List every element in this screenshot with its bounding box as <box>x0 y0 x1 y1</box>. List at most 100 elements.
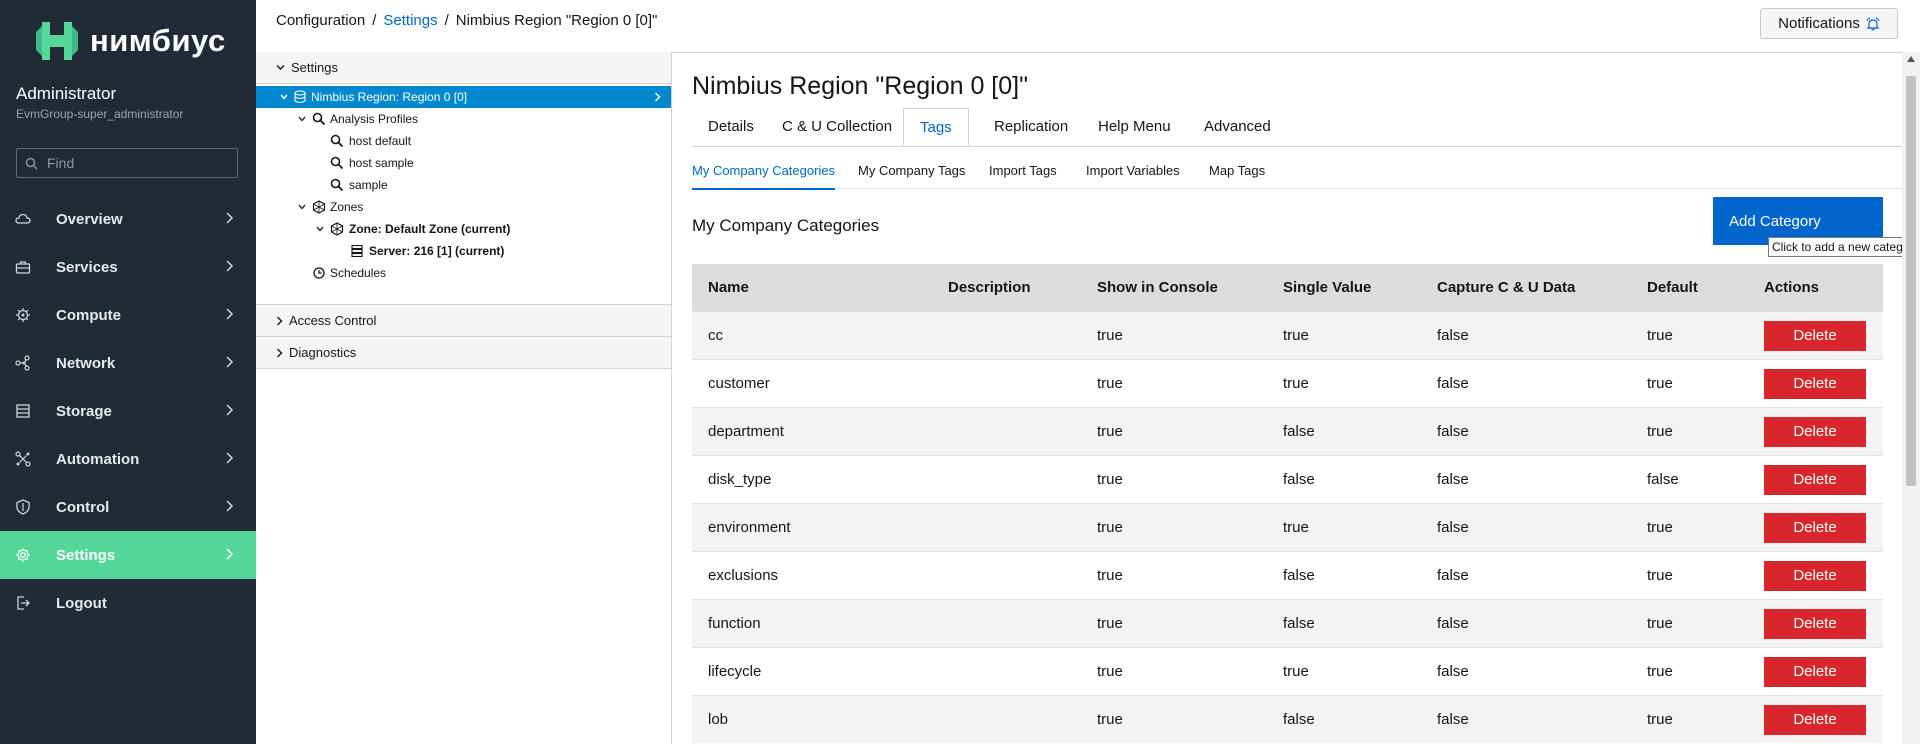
tree-node-zone-default[interactable]: Zone: Default Zone (current) <box>256 218 671 240</box>
subtab-my-company-tags[interactable]: My Company Tags <box>858 158 965 188</box>
nav-item-storage[interactable]: Storage <box>0 387 256 435</box>
breadcrumb-separator: / <box>372 12 377 29</box>
table-row[interactable]: customer true true false true Delete <box>692 359 1883 408</box>
cell-default: true <box>1631 647 1748 696</box>
cell-capture: false <box>1421 551 1631 600</box>
tree-node-region[interactable]: Nimbius Region: Region 0 [0] <box>256 86 671 108</box>
tree-node-host-sample[interactable]: host sample <box>256 152 671 174</box>
nav-item-logout[interactable]: Logout <box>0 579 256 627</box>
column-header-show-in-console[interactable]: Show in Console <box>1081 264 1267 312</box>
cell-name: lifecycle <box>692 647 932 696</box>
nav-item-automation[interactable]: Automation <box>0 435 256 483</box>
chevron-right-icon <box>226 356 234 368</box>
search-icon <box>330 178 344 192</box>
table-row[interactable]: lob true false false true Delete <box>692 695 1883 743</box>
nav-item-services[interactable]: Services <box>0 243 256 291</box>
nav-label: Services <box>56 258 118 276</box>
cell-name: customer <box>692 359 932 408</box>
search-input[interactable] <box>45 154 229 172</box>
nav-item-settings[interactable]: Settings <box>0 531 256 579</box>
accordion-diagnostics[interactable]: Diagnostics <box>256 337 671 369</box>
accordion-title: Diagnostics <box>289 345 357 360</box>
nav-item-overview[interactable]: Overview <box>0 195 256 243</box>
nav-item-compute[interactable]: Compute <box>0 291 256 339</box>
table-row[interactable]: lifecycle true true false true Delete <box>692 647 1883 696</box>
notifications-button[interactable]: Notifications <box>1760 8 1898 39</box>
table-row[interactable]: exclusions true false false true Delete <box>692 551 1883 600</box>
tab-replication[interactable]: Replication <box>978 108 1084 146</box>
tab-cu-collection[interactable]: C & U Collection <box>766 108 908 146</box>
breadcrumb-settings-link[interactable]: Settings <box>383 12 437 29</box>
chevron-down-icon[interactable] <box>278 92 290 102</box>
subtab-map-tags[interactable]: Map Tags <box>1209 158 1265 188</box>
delete-button[interactable]: Delete <box>1764 560 1866 591</box>
delete-button[interactable]: Delete <box>1764 704 1866 735</box>
database-icon <box>16 404 30 418</box>
user-name[interactable]: Administrator <box>16 84 116 104</box>
accordion-settings[interactable]: Settings <box>256 52 671 84</box>
tab-help-menu[interactable]: Help Menu <box>1082 108 1187 146</box>
tree-node-host-default[interactable]: host default <box>256 130 671 152</box>
subtab-import-tags[interactable]: Import Tags <box>989 158 1057 188</box>
scroll-up-arrow-icon[interactable] <box>1907 56 1915 62</box>
brand-logo[interactable]: нимбиус <box>34 20 226 62</box>
chevron-down-icon[interactable] <box>296 202 308 212</box>
chevron-down-icon <box>276 65 285 70</box>
cell-show-in-console: true <box>1081 359 1267 408</box>
cell-name: disk_type <box>692 455 932 504</box>
column-header-capture-cu-data[interactable]: Capture C & U Data <box>1421 264 1631 312</box>
search-box <box>16 148 238 178</box>
column-header-default[interactable]: Default <box>1631 264 1748 312</box>
search-icon <box>330 134 344 148</box>
delete-button[interactable]: Delete <box>1764 512 1866 543</box>
sidebar: нимбиус Administrator EvmGroup-super_adm… <box>0 0 256 744</box>
logo-icon <box>36 22 78 60</box>
tab-tags[interactable]: Tags <box>903 108 969 146</box>
delete-button[interactable]: Delete <box>1764 464 1866 495</box>
delete-button[interactable]: Delete <box>1764 656 1866 687</box>
tree-node-sample[interactable]: sample <box>256 174 671 196</box>
tree-panel: Settings Nimbius Region: Region 0 [0] An… <box>256 52 672 744</box>
column-header-name[interactable]: Name <box>692 264 932 312</box>
chevron-down-icon[interactable] <box>314 224 326 234</box>
tree-node-schedules[interactable]: Schedules <box>256 262 671 284</box>
chevron-down-icon[interactable] <box>296 114 308 124</box>
logout-icon <box>17 596 30 610</box>
subtab-import-variables[interactable]: Import Variables <box>1086 158 1180 188</box>
scrollbar-thumb[interactable] <box>1906 76 1916 486</box>
delete-button[interactable]: Delete <box>1764 368 1866 399</box>
cell-description <box>932 695 1081 743</box>
table-row[interactable]: environment true true false true Delete <box>692 503 1883 552</box>
column-header-description[interactable]: Description <box>932 264 1081 312</box>
tab-details[interactable]: Details <box>692 108 770 146</box>
delete-button[interactable]: Delete <box>1764 608 1866 639</box>
tree-node-server[interactable]: Server: 216 [1] (current) <box>256 240 671 262</box>
tab-advanced[interactable]: Advanced <box>1188 108 1287 146</box>
delete-button[interactable]: Delete <box>1764 416 1866 447</box>
table-row[interactable]: cc true true false true Delete <box>692 311 1883 360</box>
cell-default: true <box>1631 599 1748 648</box>
table-row[interactable]: department true false false true Delete <box>692 407 1883 456</box>
column-header-single-value[interactable]: Single Value <box>1267 264 1421 312</box>
accordion-title: Access Control <box>289 313 377 328</box>
shield-icon <box>16 499 30 515</box>
column-header-actions: Actions <box>1748 264 1883 312</box>
accordion-access-control[interactable]: Access Control <box>256 304 671 337</box>
nav-label: Control <box>56 498 110 516</box>
tree-node-analysis-profiles[interactable]: Analysis Profiles <box>256 108 671 130</box>
table-row[interactable]: disk_type true false false false Delete <box>692 455 1883 504</box>
chevron-right-icon <box>226 308 234 320</box>
vertical-scrollbar[interactable] <box>1902 52 1920 744</box>
table-row[interactable]: function true false false true Delete <box>692 599 1883 648</box>
nav-item-control[interactable]: Control <box>0 483 256 531</box>
nav-label: Storage <box>56 402 112 420</box>
cell-single-value: true <box>1267 503 1421 552</box>
delete-button[interactable]: Delete <box>1764 320 1866 351</box>
nav-item-network[interactable]: Network <box>0 339 256 387</box>
tree-node-zones[interactable]: Zones <box>256 196 671 218</box>
section-title: My Company Categories <box>692 216 880 235</box>
nav-label: Automation <box>56 450 140 468</box>
main-nav: Overview Services Compute Network Storag… <box>0 195 256 627</box>
subtab-my-company-categories[interactable]: My Company Categories <box>692 158 836 190</box>
cell-show-in-console: true <box>1081 551 1267 600</box>
